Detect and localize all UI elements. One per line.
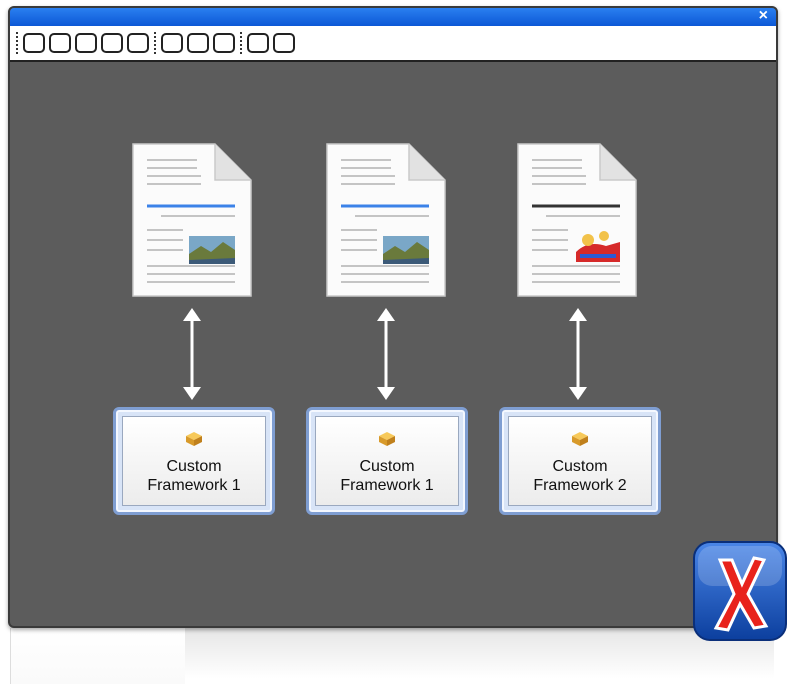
framework-label-line2: Framework 1 xyxy=(340,477,434,494)
bidirectional-arrow-icon xyxy=(569,308,587,400)
package-box-icon xyxy=(572,432,588,446)
toolbar-button[interactable] xyxy=(247,33,269,53)
toolbar-button[interactable] xyxy=(273,33,295,53)
framework-label: Custom Framework 2 xyxy=(509,457,651,495)
toolbar-button[interactable] xyxy=(161,33,183,53)
bidirectional-arrow-icon xyxy=(183,308,201,400)
toolbar xyxy=(10,26,776,62)
framework-label-line2: Framework 1 xyxy=(147,477,241,494)
framework-label-line2: Framework 2 xyxy=(533,477,627,494)
title-bar: × xyxy=(10,8,776,26)
toolbar-button[interactable] xyxy=(75,33,97,53)
document-with-landscape-image-icon xyxy=(326,143,446,297)
reflection-highlight xyxy=(10,628,185,684)
oxygen-x-logo-icon xyxy=(693,541,787,641)
framework-node: Custom Framework 1 xyxy=(306,407,468,515)
package-box-icon xyxy=(379,432,395,446)
toolbar-button[interactable] xyxy=(127,33,149,53)
toolbar-separator xyxy=(16,32,18,54)
document-with-landscape-image-icon xyxy=(132,143,252,297)
toolbar-button[interactable] xyxy=(187,33,209,53)
framework-node: Custom Framework 2 xyxy=(499,407,661,515)
framework-label-line1: Custom xyxy=(552,458,608,475)
toolbar-button[interactable] xyxy=(101,33,123,53)
editor-window: × Custom Framework 1 Custom Framework 1 … xyxy=(8,6,778,628)
bidirectional-arrow-icon xyxy=(377,308,395,400)
toolbar-separator xyxy=(240,32,242,54)
framework-node: Custom Framework 1 xyxy=(113,407,275,515)
toolbar-button[interactable] xyxy=(49,33,71,53)
framework-label: Custom Framework 1 xyxy=(123,457,265,495)
document-with-cartoon-image-icon xyxy=(517,143,637,297)
window-close-icon[interactable]: × xyxy=(759,8,768,25)
toolbar-separator xyxy=(154,32,156,54)
framework-label-line1: Custom xyxy=(166,458,222,475)
toolbar-button[interactable] xyxy=(23,33,45,53)
framework-label: Custom Framework 1 xyxy=(316,457,458,495)
framework-label-line1: Custom xyxy=(359,458,415,475)
package-box-icon xyxy=(186,432,202,446)
toolbar-button[interactable] xyxy=(213,33,235,53)
